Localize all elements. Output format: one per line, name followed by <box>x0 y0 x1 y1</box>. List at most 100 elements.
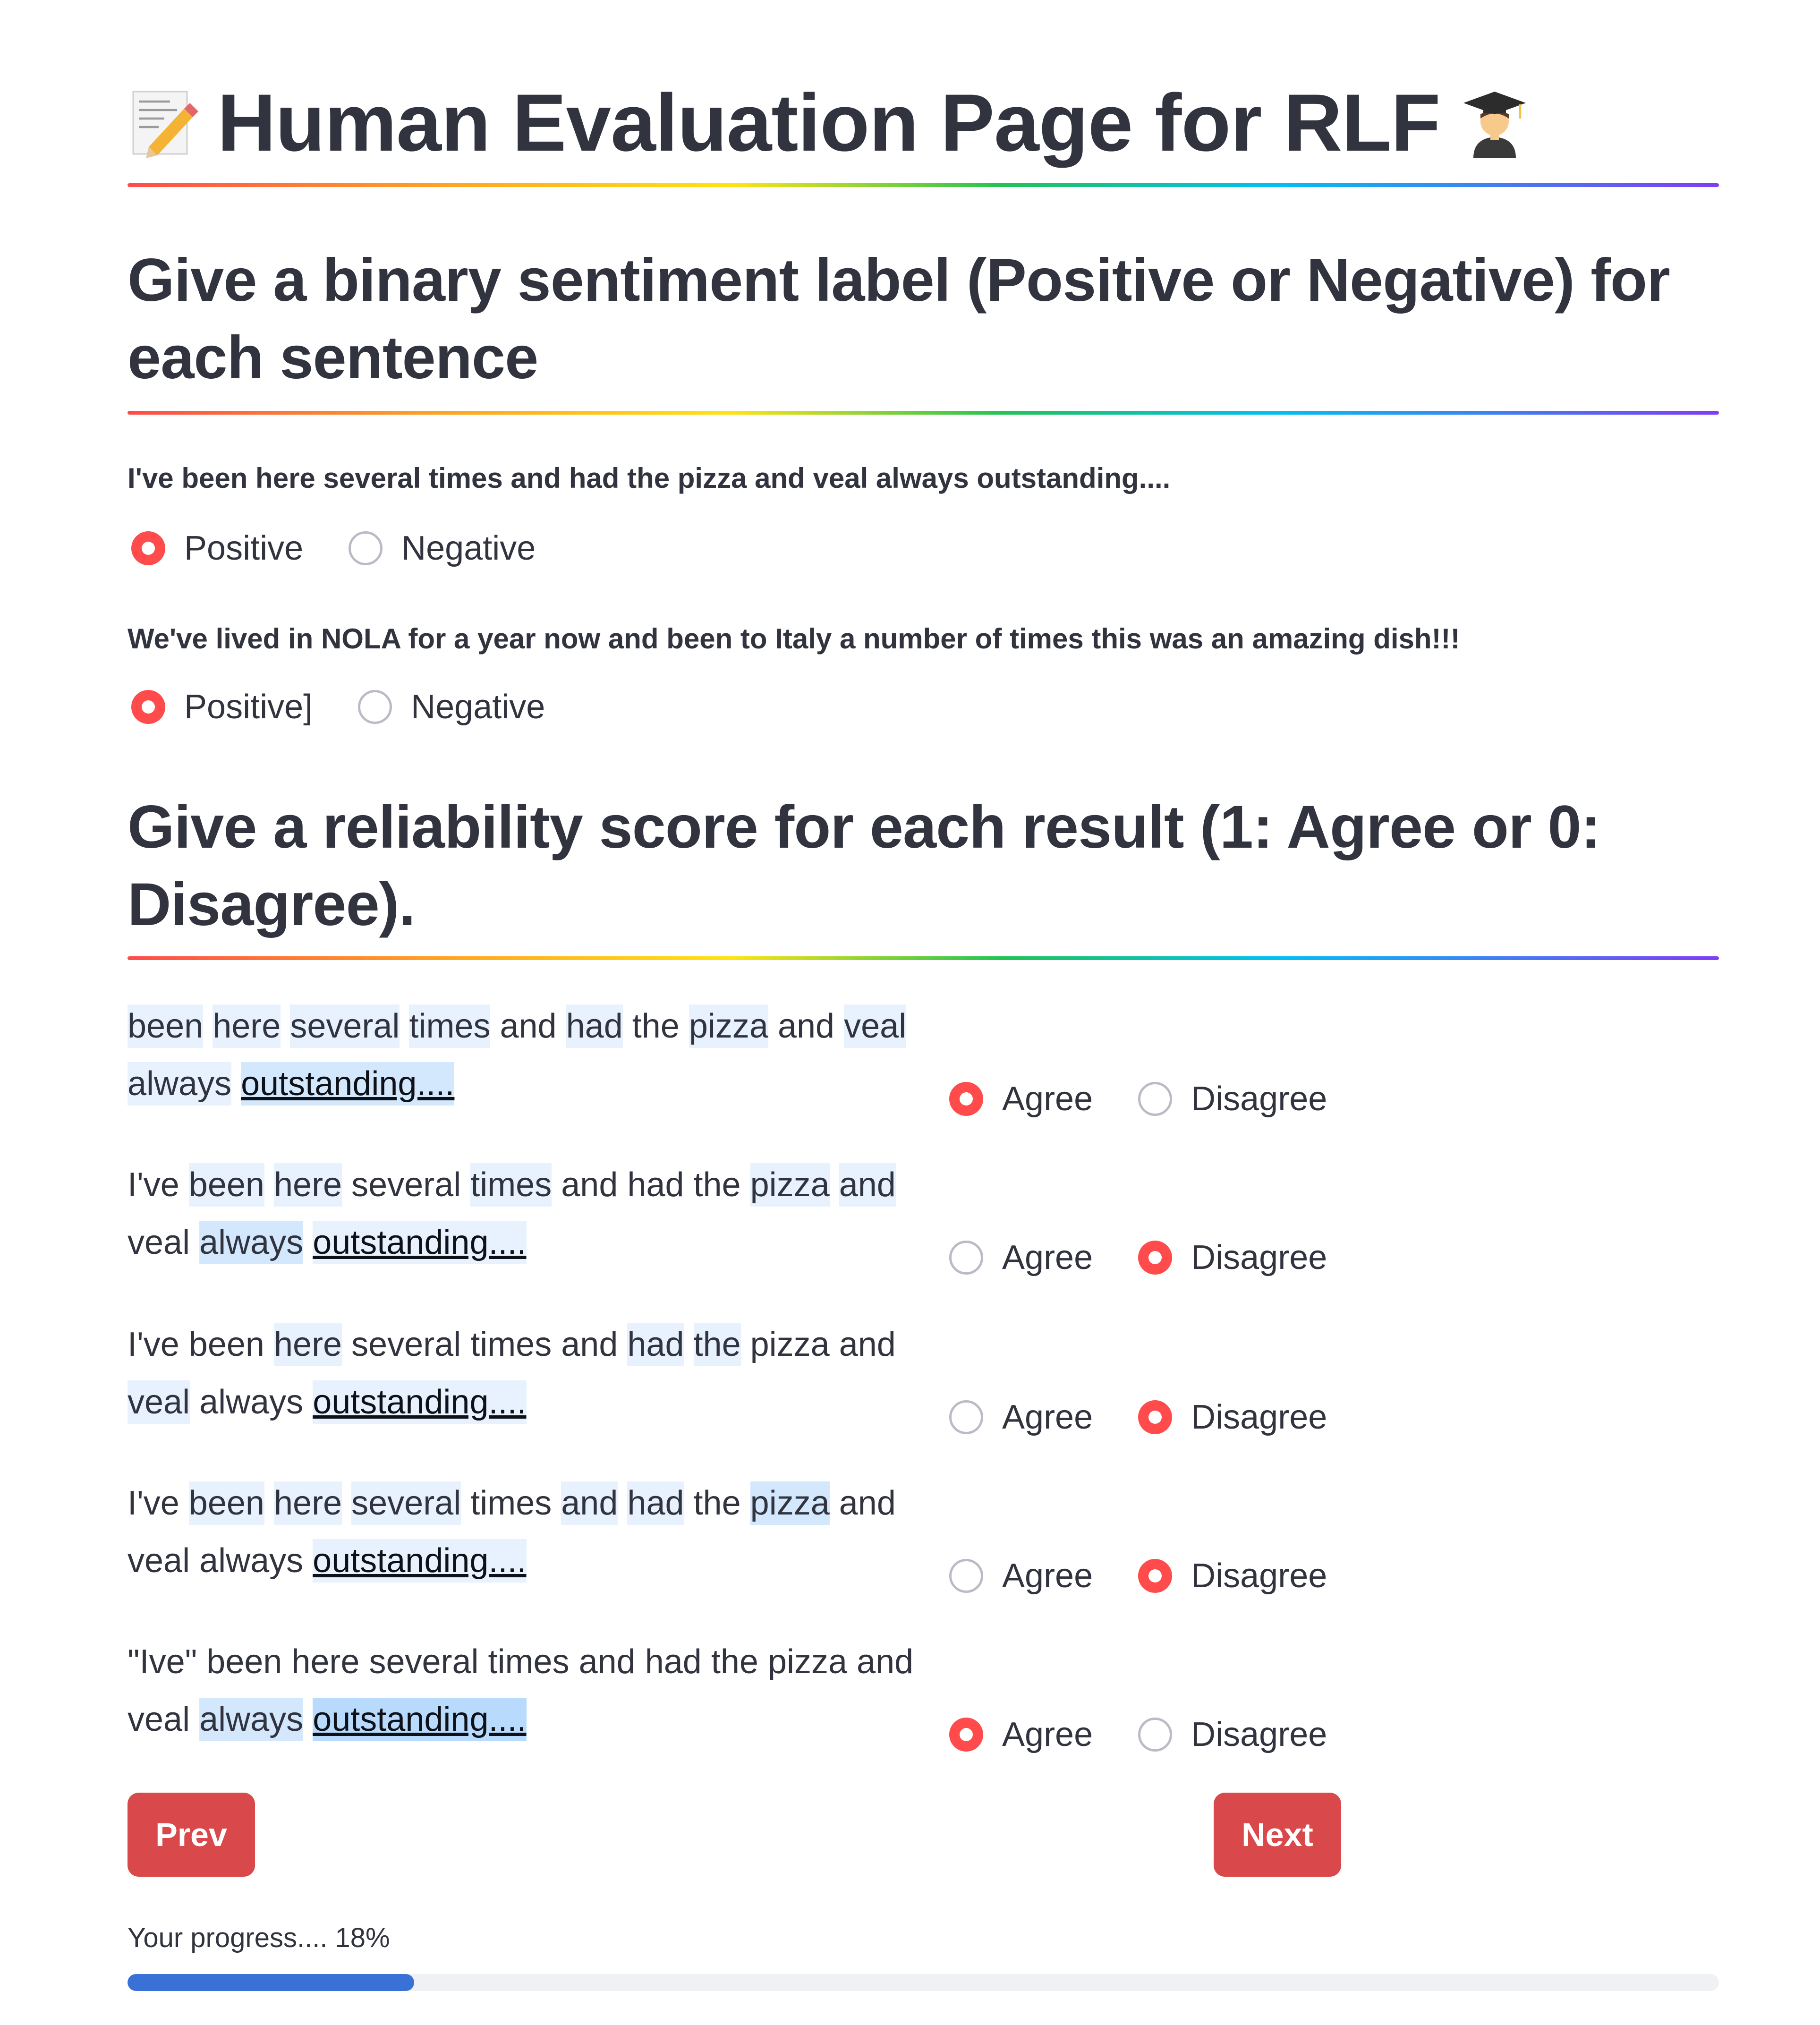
result-1-option-disagree[interactable]: Disagree <box>1138 1080 1327 1118</box>
token: times <box>409 1004 491 1048</box>
prev-button[interactable]: Prev <box>128 1793 255 1877</box>
token: had <box>566 1004 623 1048</box>
reliability-divider <box>128 956 1719 960</box>
option-label: Disagree <box>1191 1398 1327 1436</box>
option-label: Agree <box>1002 1239 1093 1276</box>
token: pizza <box>750 1481 830 1525</box>
result-4-text: I've been here several times and had the… <box>128 1474 940 1590</box>
token: pizza <box>689 1004 768 1048</box>
option-label: Disagree <box>1191 1080 1327 1118</box>
token: veal <box>128 1380 190 1424</box>
result-1-radio-group: Agree Disagree <box>949 1080 1372 1118</box>
token: here <box>273 1481 342 1525</box>
result-4-option-disagree[interactable]: Disagree <box>1138 1557 1327 1595</box>
highlighted-token: outstanding.... <box>313 1539 527 1583</box>
radio-unselected-icon[interactable] <box>949 1559 983 1593</box>
reliability-heading: Give a reliability score for each result… <box>128 793 1601 938</box>
result-2-radio-group: Agree Disagree <box>949 1238 1372 1277</box>
student-icon <box>1463 92 1526 158</box>
option-label: Agree <box>1002 1080 1093 1118</box>
result-2-option-agree[interactable]: Agree <box>949 1238 1093 1277</box>
question-2-label: We've lived in NOLA for a year now and b… <box>128 623 1460 655</box>
radio-selected-icon[interactable] <box>949 1718 983 1752</box>
page-title: Human Evaluation Page for RLF <box>217 77 1441 168</box>
result-5-option-disagree[interactable]: Disagree <box>1138 1715 1327 1754</box>
option-label: Negative <box>401 529 536 567</box>
question-2-option-negative[interactable]: Negative <box>358 688 545 726</box>
radio-unselected-icon[interactable] <box>349 531 383 565</box>
result-2-text: I've been here several times and had the… <box>128 1156 940 1271</box>
highlighted-token: outstanding.... <box>313 1221 527 1264</box>
token: always <box>128 1062 232 1106</box>
result-4-radio-group: Agree Disagree <box>949 1557 1372 1595</box>
option-label: Positive <box>184 529 304 567</box>
question-1-option-negative[interactable]: Negative <box>349 529 536 568</box>
option-label: Disagree <box>1191 1239 1327 1276</box>
option-label: Agree <box>1002 1716 1093 1753</box>
radio-selected-icon[interactable] <box>131 690 165 724</box>
highlighted-token: outstanding.... <box>313 1698 527 1741</box>
question-1-option-positive[interactable]: Positive <box>131 529 303 568</box>
option-label: Disagree <box>1191 1716 1327 1753</box>
result-1-text: been here several times and had the pizz… <box>128 997 940 1113</box>
result-3-option-disagree[interactable]: Disagree <box>1138 1398 1327 1437</box>
radio-selected-icon[interactable] <box>131 531 165 565</box>
result-5-radio-group: Agree Disagree <box>949 1715 1372 1754</box>
token: been <box>128 1004 204 1048</box>
token: times <box>470 1163 552 1207</box>
token: here <box>213 1004 281 1048</box>
token: here <box>273 1323 342 1366</box>
token: veal <box>844 1004 907 1048</box>
result-3-option-agree[interactable]: Agree <box>949 1398 1093 1437</box>
sentiment-divider <box>128 411 1719 415</box>
radio-selected-icon[interactable] <box>1138 1559 1173 1593</box>
radio-selected-icon[interactable] <box>1138 1400 1173 1434</box>
token: and <box>839 1163 896 1207</box>
radio-unselected-icon[interactable] <box>1138 1082 1173 1116</box>
option-label: Agree <box>1002 1557 1093 1595</box>
highlighted-token: outstanding.... <box>241 1062 455 1106</box>
radio-unselected-icon[interactable] <box>1138 1718 1173 1752</box>
token: pizza <box>750 1163 830 1207</box>
token: been <box>188 1163 264 1207</box>
result-5-option-agree[interactable]: Agree <box>949 1715 1093 1754</box>
result-4-option-agree[interactable]: Agree <box>949 1557 1093 1595</box>
result-3-radio-group: Agree Disagree <box>949 1398 1372 1437</box>
option-label: Agree <box>1002 1398 1093 1436</box>
token: been <box>188 1481 264 1525</box>
token: several <box>290 1004 400 1048</box>
result-5-text: "Ive" been here several times and had th… <box>128 1633 940 1748</box>
sentiment-heading: Give a binary sentiment label (Positive … <box>128 247 1670 391</box>
radio-selected-icon[interactable] <box>1138 1241 1173 1275</box>
radio-unselected-icon[interactable] <box>358 690 392 724</box>
title-row: Human Evaluation Page for RLF <box>128 71 1530 175</box>
question-2-option-positive[interactable]: Positive] <box>131 688 313 726</box>
progress-label: Your progress.... 18% <box>128 1923 390 1953</box>
option-label: Disagree <box>1191 1557 1327 1595</box>
option-label: Positive] <box>184 688 313 726</box>
token: always <box>199 1698 304 1741</box>
progress-fill <box>128 1974 414 1991</box>
progress-bar <box>128 1974 1719 1991</box>
result-2-option-disagree[interactable]: Disagree <box>1138 1238 1327 1277</box>
radio-unselected-icon[interactable] <box>949 1241 983 1275</box>
question-1-label: I've been here several times and had the… <box>128 462 1171 494</box>
highlighted-token: outstanding.... <box>313 1380 527 1424</box>
next-button[interactable]: Next <box>1214 1793 1341 1877</box>
token: always <box>199 1221 304 1264</box>
token: here <box>273 1163 342 1207</box>
token: the <box>693 1323 741 1366</box>
radio-selected-icon[interactable] <box>949 1082 983 1116</box>
option-label: Negative <box>411 688 545 726</box>
question-2-radio-group: Positive] Negative <box>131 688 590 726</box>
token: had <box>627 1481 684 1525</box>
token: several <box>351 1481 461 1525</box>
result-3-text: I've been here several times and had the… <box>128 1316 940 1431</box>
question-1-radio-group: Positive Negative <box>131 529 581 568</box>
token: and <box>561 1481 618 1525</box>
title-divider <box>128 183 1719 187</box>
result-1-option-agree[interactable]: Agree <box>949 1080 1093 1118</box>
memo-icon <box>132 91 198 158</box>
token: had <box>627 1323 684 1366</box>
radio-unselected-icon[interactable] <box>949 1400 983 1434</box>
